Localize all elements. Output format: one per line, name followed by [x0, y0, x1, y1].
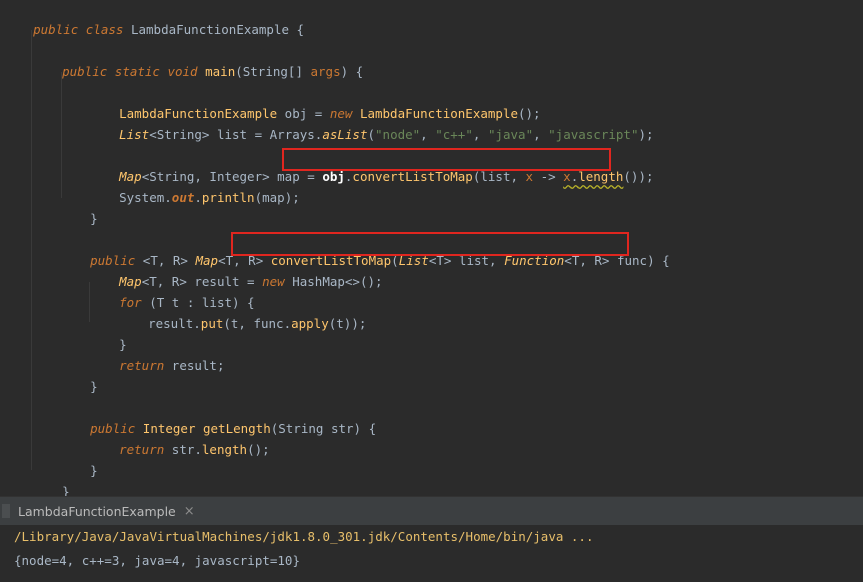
method-call: convertListToMap [352, 169, 473, 184]
code-line: result.put(t, func.apply(t)); [118, 297, 366, 331]
keyword: public [62, 64, 108, 79]
code-text: -> [533, 169, 564, 184]
code-text: (map); [254, 190, 300, 205]
method-call: length [201, 442, 248, 457]
code-text: <String> [149, 127, 210, 142]
keyword: void [167, 64, 198, 79]
code-editor[interactable]: public class LambdaFunctionExample { pub… [0, 0, 863, 499]
code-line: List<String> list = Arrays.asList("node"… [89, 108, 653, 142]
code-text: list = Arrays. [209, 127, 323, 142]
code-line: } [60, 360, 98, 394]
keyword: return [119, 358, 165, 373]
code-line: } [60, 444, 98, 478]
code-line: LambdaFunctionExample obj = new LambdaFu… [89, 87, 540, 121]
close-icon[interactable]: × [184, 504, 195, 519]
brace: { [289, 22, 305, 37]
run-config-icon [2, 504, 10, 518]
code-line: public static void main(String[] args) { [32, 45, 363, 79]
code-text: ) { [340, 64, 364, 79]
method-call: apply [291, 316, 329, 331]
code-text: ( [367, 127, 376, 142]
method-call: println [201, 190, 255, 205]
keyword: static [114, 64, 160, 79]
string-literal: "java" [487, 127, 534, 142]
run-tab[interactable]: LambdaFunctionExample × [0, 497, 195, 525]
code-line: Map<T, R> result = new HashMap<>(); [89, 255, 382, 289]
type-name: List [119, 127, 150, 142]
code-text: result; [164, 358, 225, 373]
string-literal: "c++" [435, 127, 473, 142]
lambda-param: x [563, 169, 571, 184]
lambda-param: x [525, 169, 534, 184]
brace: } [90, 211, 98, 226]
code-line: public class LambdaFunctionExample { [3, 3, 304, 37]
run-tool-window-header: LambdaFunctionExample × [0, 496, 863, 526]
code-text: (t, func. [223, 316, 292, 331]
method-call: length [578, 169, 624, 184]
parameter: args [310, 64, 341, 79]
method-name: main [205, 64, 236, 79]
code-line: return str.length(); [89, 423, 270, 457]
indent-guide [61, 72, 62, 198]
code-text: , [533, 127, 549, 142]
code-text: , [472, 127, 488, 142]
string-literal: "node" [375, 127, 421, 142]
variable: obj [322, 169, 345, 184]
code-line: } [89, 318, 127, 352]
brace: } [90, 379, 98, 394]
class-name: LambdaFunctionExample [130, 22, 290, 37]
keyword: public [33, 22, 79, 37]
method-call: put [200, 316, 224, 331]
code-text: (t)); [328, 316, 367, 331]
method-call: asList [322, 127, 368, 142]
console-command-line: /Library/Java/JavaVirtualMachines/jdk1.8… [14, 529, 594, 544]
keyword: return [119, 442, 165, 457]
console-output-line: {node=4, c++=3, java=4, javascript=10} [14, 553, 300, 568]
brace: } [90, 463, 98, 478]
code-text: result. [148, 316, 201, 331]
code-line: public Integer getLength(String str) { [60, 402, 376, 436]
code-line: } [60, 192, 98, 226]
code-line: System.out.println(map); [89, 171, 300, 205]
code-text: ); [638, 127, 654, 142]
keyword: new [262, 274, 285, 289]
code-text: (list, [472, 169, 526, 184]
code-line: } [32, 465, 70, 499]
code-text: (String[] [235, 64, 311, 79]
code-text: (); [247, 442, 270, 457]
code-text: ()); [623, 169, 654, 184]
code-text: . [194, 190, 202, 205]
code-text: HashMap<>(); [284, 274, 383, 289]
string-literal: "javascript" [548, 127, 639, 142]
code-line: for (T t : list) { [89, 276, 254, 310]
keyword: class [85, 22, 124, 37]
code-text: (String str) { [270, 421, 377, 436]
run-tab-label: LambdaFunctionExample [18, 503, 176, 519]
highlight-box [282, 148, 611, 171]
highlight-box [231, 232, 629, 256]
code-text: , [420, 127, 436, 142]
code-line: return result; [89, 339, 224, 373]
code-text: str. [164, 442, 202, 457]
console-output[interactable]: /Library/Java/JavaVirtualMachines/jdk1.8… [0, 525, 863, 582]
code-text: System. [119, 190, 172, 205]
static-field: out [171, 190, 195, 205]
